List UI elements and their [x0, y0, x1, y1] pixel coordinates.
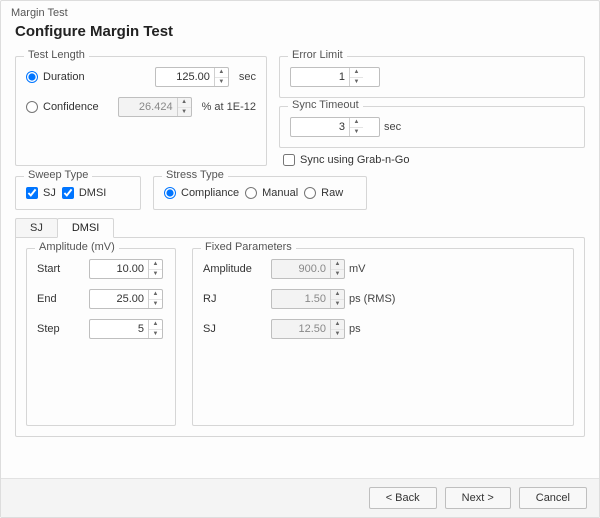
up-icon: ▲	[331, 320, 344, 330]
stress-type-legend: Stress Type	[162, 169, 228, 181]
stress-raw-label: Raw	[321, 187, 343, 199]
stress-compliance-radio[interactable]: Compliance	[164, 187, 239, 199]
tabs-header: SJ DMSI	[15, 218, 585, 237]
sync-grab-label: Sync using Grab-n-Go	[300, 154, 409, 166]
fixed-amp-input	[272, 260, 330, 278]
window-title: Margin Test	[1, 1, 599, 21]
down-icon: ▼	[178, 108, 191, 117]
up-icon[interactable]: ▲	[149, 320, 162, 330]
down-icon[interactable]: ▼	[350, 128, 363, 137]
stress-raw-radio[interactable]: Raw	[304, 187, 343, 199]
confidence-unit: % at 1E-12	[202, 101, 256, 113]
down-icon[interactable]: ▼	[215, 78, 228, 87]
confidence-radio-label: Confidence	[43, 101, 99, 113]
stress-compliance-label: Compliance	[181, 187, 239, 199]
confidence-input	[119, 98, 177, 116]
stress-manual-label: Manual	[262, 187, 298, 199]
error-limit-input[interactable]	[291, 68, 349, 86]
sync-timeout-unit: sec	[384, 121, 401, 133]
error-limit-legend: Error Limit	[288, 49, 347, 61]
amp-start-spinner[interactable]: ▲▼	[89, 259, 163, 279]
page-heading: Configure Margin Test	[1, 21, 599, 48]
error-limit-group: Error Limit ▲▼	[279, 56, 585, 98]
duration-input[interactable]	[156, 68, 214, 86]
up-icon[interactable]: ▲	[350, 118, 363, 128]
sync-grab-checkbox[interactable]: Sync using Grab-n-Go	[283, 154, 585, 166]
sweep-type-group: Sweep Type SJ DMSI	[15, 176, 141, 210]
tab-dmsi[interactable]: DMSI	[57, 218, 115, 238]
sync-timeout-group: Sync Timeout ▲▼ sec	[279, 106, 585, 148]
window: Margin Test Configure Margin Test Test L…	[0, 0, 600, 518]
next-button[interactable]: Next >	[445, 487, 511, 509]
amp-step-label: Step	[37, 323, 89, 335]
fixed-sj-spinner: ▲▼	[271, 319, 345, 339]
up-icon[interactable]: ▲	[215, 68, 228, 78]
sync-timeout-input[interactable]	[291, 118, 349, 136]
fixed-rj-label: RJ	[203, 293, 271, 305]
cancel-button[interactable]: Cancel	[519, 487, 587, 509]
up-icon[interactable]: ▲	[149, 290, 162, 300]
tab-body-dmsi: Amplitude (mV) Start ▲▼ End ▲▼	[15, 237, 585, 437]
sync-timeout-legend: Sync Timeout	[288, 99, 363, 111]
stress-manual-radio[interactable]: Manual	[245, 187, 298, 199]
amp-end-label: End	[37, 293, 89, 305]
amp-start-label: Start	[37, 263, 89, 275]
sweep-dmsi-label: DMSI	[79, 187, 107, 199]
test-length-legend: Test Length	[24, 49, 89, 61]
amp-step-spinner[interactable]: ▲▼	[89, 319, 163, 339]
sweep-sj-checkbox[interactable]: SJ	[26, 187, 56, 199]
fixed-rj-spinner: ▲▼	[271, 289, 345, 309]
fixed-rj-unit: ps (RMS)	[349, 293, 395, 305]
down-icon[interactable]: ▼	[149, 270, 162, 279]
back-button[interactable]: < Back	[369, 487, 437, 509]
sync-timeout-spinner[interactable]: ▲▼	[290, 117, 380, 137]
up-icon: ▲	[331, 290, 344, 300]
amp-start-input[interactable]	[90, 260, 148, 278]
duration-radio[interactable]: Duration	[26, 71, 85, 83]
up-icon[interactable]: ▲	[350, 68, 363, 78]
tab-sj[interactable]: SJ	[15, 218, 58, 237]
fixed-params-group: Fixed Parameters Amplitude ▲▼ mV RJ ▲▼	[192, 248, 574, 426]
fixed-amp-label: Amplitude	[203, 263, 271, 275]
fixed-sj-unit: ps	[349, 323, 361, 335]
down-icon: ▼	[331, 300, 344, 309]
down-icon: ▼	[331, 330, 344, 339]
sweep-type-legend: Sweep Type	[24, 169, 92, 181]
duration-radio-label: Duration	[43, 71, 85, 83]
confidence-spinner: ▲▼	[118, 97, 192, 117]
up-icon: ▲	[331, 260, 344, 270]
fixed-amp-spinner: ▲▼	[271, 259, 345, 279]
amplitude-legend: Amplitude (mV)	[35, 241, 119, 253]
test-length-group: Test Length Duration ▲▼ sec	[15, 56, 267, 166]
amp-end-spinner[interactable]: ▲▼	[89, 289, 163, 309]
amp-end-input[interactable]	[90, 290, 148, 308]
fixed-rj-input	[272, 290, 330, 308]
fixed-params-legend: Fixed Parameters	[201, 241, 296, 253]
sweep-sj-label: SJ	[43, 187, 56, 199]
error-limit-spinner[interactable]: ▲▼	[290, 67, 380, 87]
sweep-dmsi-checkbox[interactable]: DMSI	[62, 187, 107, 199]
duration-spinner[interactable]: ▲▼	[155, 67, 229, 87]
up-icon: ▲	[178, 98, 191, 108]
down-icon: ▼	[331, 270, 344, 279]
duration-unit: sec	[239, 71, 256, 83]
up-icon[interactable]: ▲	[149, 260, 162, 270]
fixed-sj-label: SJ	[203, 323, 271, 335]
down-icon[interactable]: ▼	[149, 300, 162, 309]
fixed-sj-input	[272, 320, 330, 338]
confidence-radio[interactable]: Confidence	[26, 101, 99, 113]
footer: < Back Next > Cancel	[1, 478, 599, 517]
stress-type-group: Stress Type Compliance Manual Raw	[153, 176, 367, 210]
content: Test Length Duration ▲▼ sec	[1, 48, 599, 478]
amplitude-group: Amplitude (mV) Start ▲▼ End ▲▼	[26, 248, 176, 426]
down-icon[interactable]: ▼	[149, 330, 162, 339]
down-icon[interactable]: ▼	[350, 78, 363, 87]
amp-step-input[interactable]	[90, 320, 148, 338]
fixed-amp-unit: mV	[349, 263, 366, 275]
